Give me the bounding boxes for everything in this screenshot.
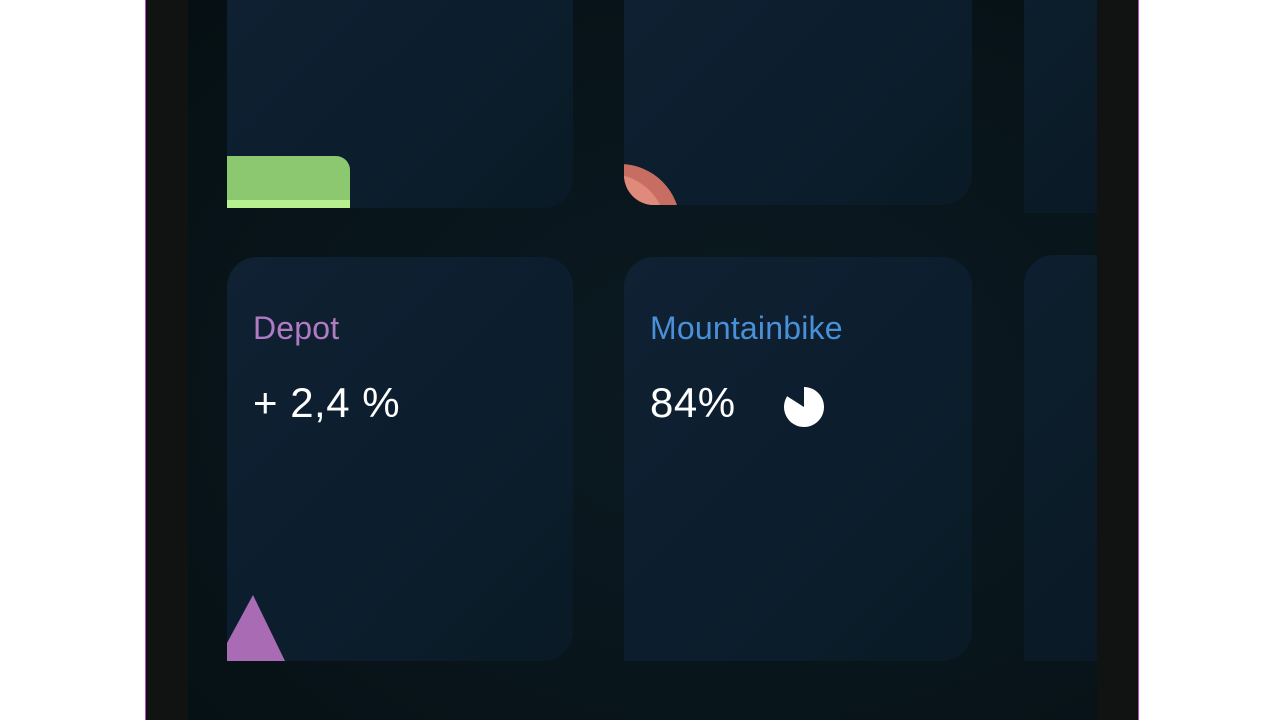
mountainbike-value: 84% xyxy=(650,379,736,426)
dashboard-screen: Depot + 2,4 % Mountainbike 84% xyxy=(188,0,1097,720)
tile-right-bottom[interactable] xyxy=(1024,255,1097,661)
tile-top-right[interactable] xyxy=(1024,0,1097,213)
tile-top-left[interactable] xyxy=(227,0,573,208)
tile-mountainbike[interactable]: Mountainbike 84% xyxy=(624,257,972,661)
tile-top-middle[interactable] xyxy=(624,0,972,205)
triangle-icon xyxy=(227,595,285,661)
mountainbike-label: Mountainbike xyxy=(650,310,843,346)
tile-depot[interactable]: Depot + 2,4 % xyxy=(227,257,573,661)
pie-chart-icon xyxy=(784,387,824,427)
depot-label: Depot xyxy=(253,310,340,346)
depot-value: + 2,4 % xyxy=(253,379,401,426)
green-bar-base xyxy=(227,200,350,208)
page: Depot + 2,4 % Mountainbike 84% xyxy=(0,0,1280,720)
